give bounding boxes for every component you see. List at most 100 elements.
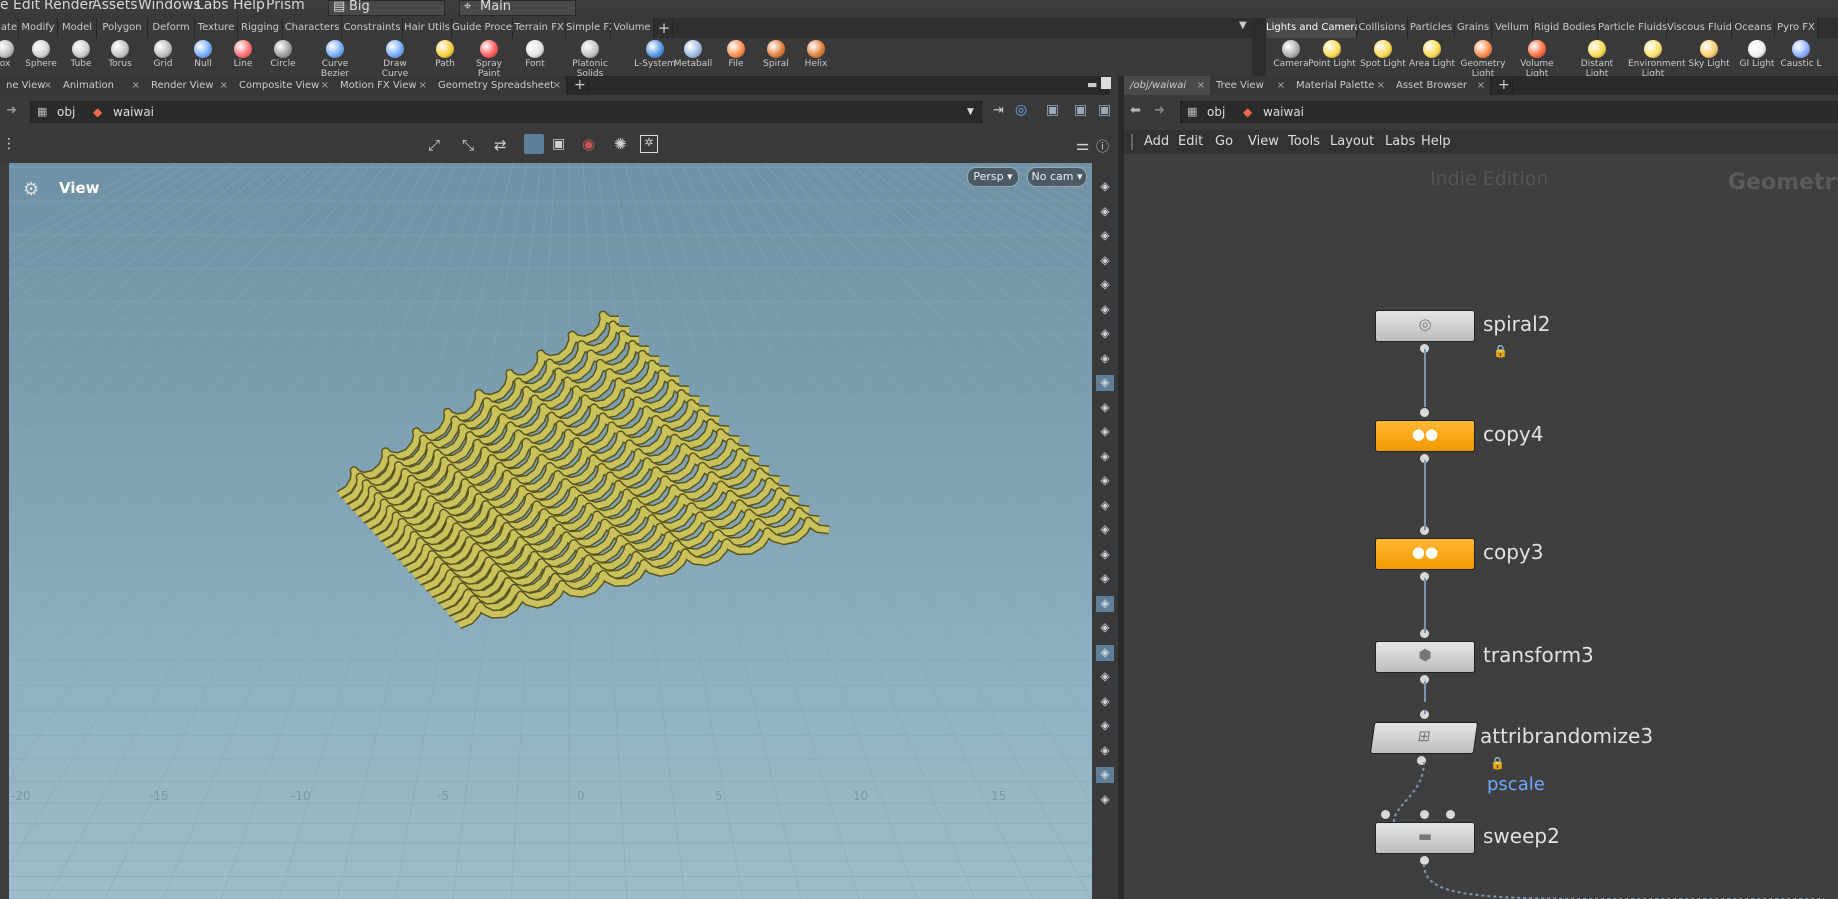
shelf-tool-geometry-light[interactable]: Geometry Light	[1458, 38, 1508, 79]
close-icon[interactable]: ×	[220, 76, 228, 95]
brush-icon[interactable]: ◈	[1096, 498, 1114, 514]
network-menu-labs[interactable]: Labs	[1385, 134, 1415, 149]
shelf-tool-point-light[interactable]: Point Light	[1307, 38, 1357, 69]
left-path-field[interactable]: ▦ obj ◆ waiwai ▼	[30, 101, 982, 123]
select-tool-icon[interactable]: ⤢	[428, 136, 440, 154]
pane-tab-motion-fx-view[interactable]: Motion FX View ×	[334, 76, 433, 95]
frame-icon[interactable]: ◈	[1096, 743, 1114, 759]
shelf-tab-model[interactable]: Model	[58, 18, 97, 38]
shelf-tab-lights-and-cameras[interactable]: Lights and Cameras	[1266, 18, 1366, 38]
chevron-down-icon[interactable]: ▼	[967, 102, 974, 122]
shelf-tab-deform[interactable]: Deform	[148, 18, 195, 38]
shelf-tool-sky-light[interactable]: Sky Light	[1684, 38, 1734, 69]
close-icon[interactable]: ×	[132, 76, 140, 95]
shade-icon[interactable]: ◈	[1096, 277, 1114, 293]
shelf-tab-rigid-bodies[interactable]: Rigid Bodies	[1533, 18, 1598, 38]
image-icon[interactable]: ◈	[1096, 767, 1114, 783]
handle-icon[interactable]: ◈	[1096, 718, 1114, 734]
context-selector[interactable]: ⌖ Main	[459, 0, 576, 16]
camera-icon[interactable]: ◈	[1096, 375, 1114, 391]
menu-windows[interactable]: Windows	[138, 0, 201, 13]
pane-maximize-icon[interactable]: ▬	[1087, 78, 1097, 91]
scene-viewport[interactable]: ⚙ View Persp ▾ No cam ▾ -20 -15 -10 -5 0 5 10 1…	[9, 163, 1092, 899]
shelf-tool-platonic-solids[interactable]: Platonic Solids	[565, 38, 615, 79]
network-menu-layout[interactable]: Layout	[1330, 134, 1374, 149]
shelf-tab-oceans[interactable]: Oceans	[1732, 18, 1775, 38]
lock-icon[interactable]: ◈	[1096, 228, 1114, 244]
record-icon[interactable]: ◉	[582, 135, 595, 153]
close-icon[interactable]: ×	[1477, 76, 1485, 95]
close-icon[interactable]: ×	[419, 76, 427, 95]
bone-icon[interactable]: ◈	[1096, 694, 1114, 710]
paint-icon[interactable]: ◈	[1096, 547, 1114, 563]
select-icon[interactable]: ◈	[1096, 400, 1114, 416]
shelf-tab-rigging[interactable]: Rigging	[238, 18, 283, 38]
menubar-handle[interactable]	[1131, 134, 1133, 150]
input-connector[interactable]	[1446, 810, 1455, 819]
network-menu-help[interactable]: Help	[1421, 134, 1451, 149]
vertex-icon[interactable]: ◈	[1096, 424, 1114, 440]
shelf-tab-particle-fluids[interactable]: Particle Fluids	[1598, 18, 1667, 38]
shelf-tool-circle[interactable]: Circle	[258, 38, 308, 69]
back-arrow-icon[interactable]: ⬅	[1130, 103, 1141, 118]
shelf-tool-distant-light[interactable]: Distant Light	[1572, 38, 1622, 79]
camera-dropdown[interactable]: No cam ▾	[1027, 167, 1087, 187]
shelf-tab-viscous-fluids[interactable]: Viscous Fluids	[1667, 18, 1737, 38]
menu-prism[interactable]: Prism	[266, 0, 305, 13]
view-options-icon[interactable]: ▣	[1074, 102, 1087, 118]
shelf-tool-draw-curve[interactable]: Draw Curve	[370, 38, 420, 79]
path-waiwai[interactable]: waiwai	[113, 102, 154, 122]
display-icon[interactable]: ◈	[1096, 179, 1114, 195]
network-menu-add[interactable]: Add	[1144, 134, 1169, 149]
close-icon[interactable]: ×	[553, 76, 561, 95]
menu-help[interactable]: Help	[233, 0, 265, 13]
network-menu-edit[interactable]: Edit	[1178, 134, 1203, 149]
forward-arrow-icon[interactable]: ➜	[6, 103, 17, 118]
checker-icon[interactable]: ◈	[1096, 644, 1114, 661]
shelf-tab-texture[interactable]: Texture	[195, 18, 238, 38]
menu-assets[interactable]: Assets	[92, 0, 138, 13]
snap-icon[interactable]: ▣	[1098, 102, 1111, 118]
menu-render[interactable]: Render	[44, 0, 94, 13]
add-pane-tab-button[interactable]: +	[1492, 76, 1513, 95]
shelf-tool-volume-light[interactable]: Volume Light	[1512, 38, 1562, 79]
network-menu-tools[interactable]: Tools	[1288, 134, 1320, 149]
point-icon[interactable]: ◈	[1096, 449, 1114, 465]
path-obj[interactable]: obj	[57, 102, 75, 122]
shelf-tab-polygon[interactable]: Polygon	[97, 18, 148, 38]
transform-tool-icon[interactable]: ⤡	[462, 136, 474, 154]
shelf-tab-modify[interactable]: Modify	[19, 18, 58, 38]
path-waiwai[interactable]: waiwai	[1263, 102, 1304, 122]
flash-icon[interactable]: ◈	[1096, 620, 1114, 636]
network-menu-go[interactable]: Go	[1215, 134, 1233, 149]
shelf-tab-volume[interactable]: Volume	[611, 18, 654, 38]
crop-icon[interactable]: ◈	[1096, 595, 1114, 612]
paint2-icon[interactable]: ◈	[1096, 571, 1114, 587]
pane-tab-tree-view[interactable]: Tree View ×	[1210, 76, 1291, 95]
shelf-menu-icon[interactable]: ▼	[1239, 20, 1247, 31]
shelf-add-tab-button[interactable]: +	[656, 18, 673, 38]
camera-settings-icon[interactable]: ✺	[614, 135, 627, 153]
shelf-tool-font[interactable]: Font	[510, 38, 560, 69]
forward-arrow-icon[interactable]: ➜	[1154, 103, 1165, 118]
shelf-tool-spray-paint[interactable]: Spray Paint	[464, 38, 514, 79]
right-path-field[interactable]: ▦ obj ◆ waiwai	[1180, 101, 1838, 123]
desktop-selector[interactable]: ▤ Big	[328, 0, 445, 16]
path-obj[interactable]: obj	[1207, 102, 1225, 122]
menu-labs[interactable]: Labs	[196, 0, 229, 13]
shelf-tab-collisions[interactable]: Collisions	[1357, 18, 1408, 38]
pane-tab-geometry-spreadsheet[interactable]: Geometry Spreadsheet ×	[432, 76, 567, 95]
shelf-tool-curve-bezier[interactable]: Curve Bezier	[310, 38, 360, 79]
pane-tab--obj-waiwai[interactable]: /obj/waiwai ×	[1124, 76, 1211, 95]
shelf-divider[interactable]	[1252, 18, 1266, 76]
shelf-tool-spot-light[interactable]: Spot Light	[1358, 38, 1408, 69]
close-icon[interactable]: ×	[44, 76, 52, 95]
pane-layout-icon[interactable]	[1101, 77, 1111, 89]
input-connector[interactable]	[1381, 810, 1390, 819]
left-tool-strip[interactable]	[0, 163, 9, 899]
shelf-tab-pyro-fx[interactable]: Pyro FX	[1775, 18, 1818, 38]
viewport-options-icon[interactable]: ⚌	[1076, 136, 1089, 154]
close-icon[interactable]: ×	[321, 76, 329, 95]
shelf-tab-vellum[interactable]: Vellum	[1492, 18, 1533, 38]
shelf-tab-characters[interactable]: Characters	[283, 18, 342, 38]
